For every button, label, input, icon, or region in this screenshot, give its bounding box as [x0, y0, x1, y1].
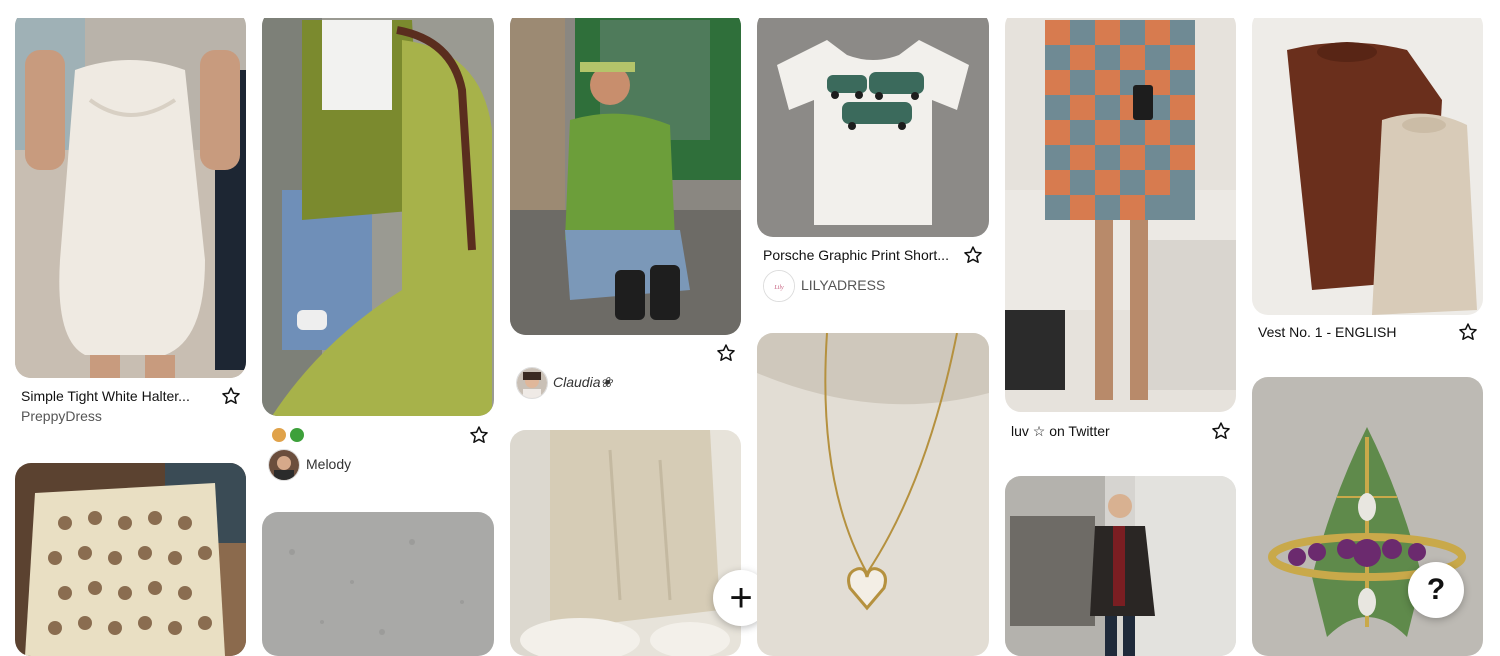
avatar[interactable]: Lily — [763, 270, 795, 302]
help-button[interactable]: ? — [1408, 562, 1464, 618]
crochet-photo — [15, 463, 246, 656]
green-cardigan-photo — [262, 10, 494, 416]
pin-author[interactable]: Claudia❀ — [553, 374, 612, 391]
svg-text:Lily: Lily — [773, 285, 784, 291]
checkered-sweater-photo — [1005, 10, 1236, 412]
grey-texture-photo — [262, 512, 494, 656]
pin-title[interactable]: Simple Tight White Halter... — [21, 388, 211, 404]
white-dress-photo — [15, 10, 246, 378]
pin-source[interactable]: PreppyDress — [21, 408, 102, 424]
pin-image-green-sweater-girl[interactable] — [510, 10, 741, 335]
star-icon[interactable] — [469, 425, 489, 445]
porsche-tshirt-photo — [757, 10, 989, 237]
knit-vests-photo — [1252, 10, 1483, 315]
top-edge — [0, 0, 1500, 18]
pin-image-white-dress[interactable] — [15, 10, 246, 378]
pin-image-crochet-top[interactable] — [15, 463, 246, 656]
pin-image-grey-texture[interactable] — [262, 512, 494, 656]
beige-pants-photo — [510, 430, 741, 656]
heart-necklace-photo — [757, 333, 989, 656]
pin-image-checkered-sweater[interactable] — [1005, 10, 1236, 412]
star-icon[interactable] — [221, 386, 241, 406]
avatar[interactable] — [268, 449, 300, 481]
green-sweater-photo — [510, 10, 741, 335]
pin-image-leather-jacket[interactable] — [1005, 476, 1236, 656]
star-icon[interactable] — [963, 245, 983, 265]
pin-title[interactable]: luv ☆ on Twitter — [1011, 423, 1201, 440]
avatar[interactable] — [516, 367, 548, 399]
pin-image-beige-pants[interactable] — [510, 430, 741, 656]
green-apple-icon — [290, 428, 304, 442]
star-icon[interactable] — [1211, 421, 1231, 441]
croissant-icon — [272, 428, 286, 442]
pin-image-knit-vests[interactable] — [1252, 10, 1483, 315]
pin-title[interactable]: Porsche Graphic Print Short... — [763, 247, 953, 263]
pin-image-porsche-tshirt[interactable] — [757, 10, 989, 237]
star-icon[interactable] — [1458, 322, 1478, 342]
pin-title[interactable]: Vest No. 1 - ENGLISH — [1258, 324, 1448, 340]
pin-image-green-cardigan[interactable] — [262, 10, 494, 416]
pin-image-heart-necklace[interactable] — [757, 333, 989, 656]
pin-source[interactable]: LILYADRESS — [801, 277, 885, 293]
plus-icon: + — [729, 576, 753, 620]
pin-author[interactable]: Melody — [306, 456, 351, 472]
star-icon[interactable] — [716, 343, 736, 363]
leather-jacket-photo — [1005, 476, 1236, 656]
question-icon: ? — [1426, 573, 1446, 606]
